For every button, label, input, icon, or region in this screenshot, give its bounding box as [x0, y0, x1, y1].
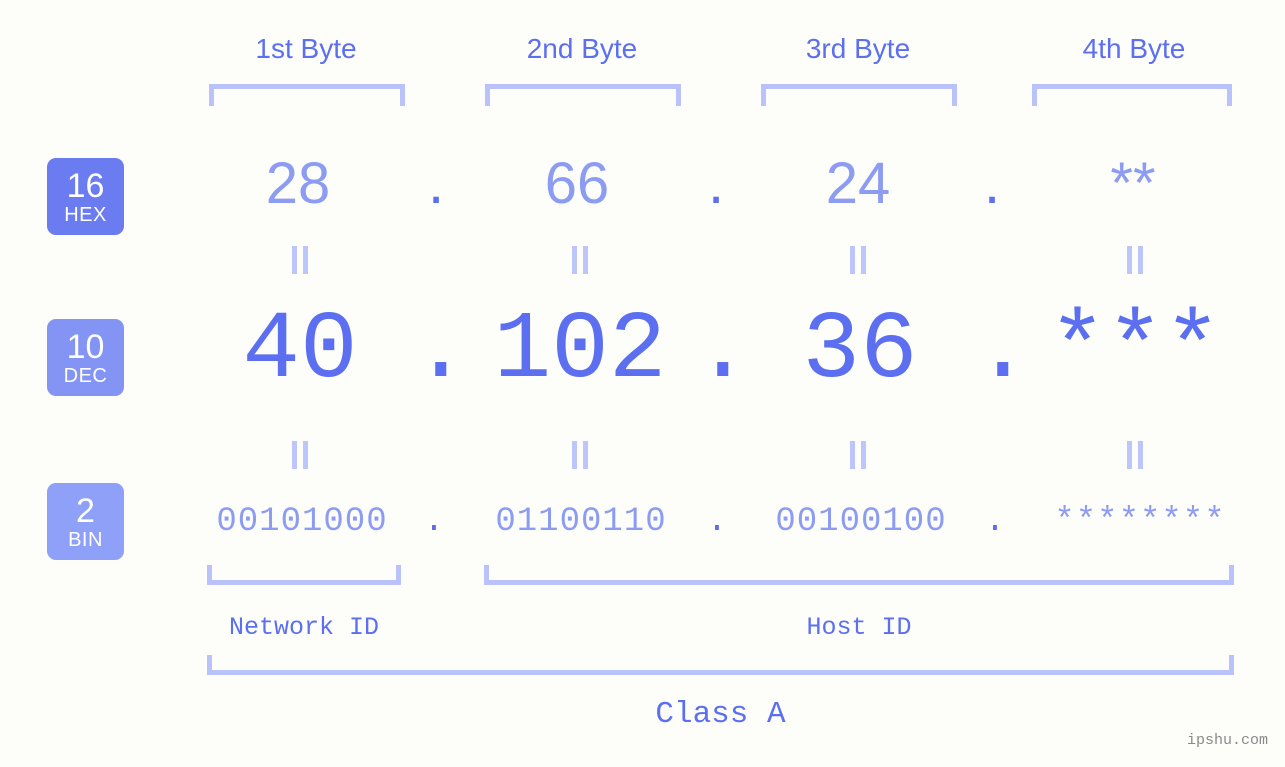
bin-byte-4: ******** — [1054, 503, 1226, 541]
bin-separator-3: . — [984, 503, 1006, 541]
class-label: Class A — [655, 697, 786, 732]
base-badge-hex-name: HEX — [64, 203, 107, 226]
host-id-bracket — [484, 565, 1234, 585]
dec-separator-1: . — [412, 296, 470, 405]
equals-mark-dec-bin-3 — [738, 441, 978, 469]
base-badge-bin-number: 2 — [76, 491, 95, 530]
hex-byte-4: ** — [1110, 151, 1156, 216]
network-id-bracket — [207, 565, 401, 585]
byte-bracket-2 — [485, 84, 681, 106]
class-bracket — [207, 655, 1234, 675]
equals-mark-dec-bin-2 — [460, 441, 700, 469]
equals-mark-hex-dec-4 — [1015, 246, 1255, 274]
bin-byte-3: 00100100 — [775, 503, 947, 541]
equals-mark-hex-dec-3 — [738, 246, 978, 274]
dec-separator-3: . — [974, 296, 1032, 405]
dec-separator-2: . — [694, 296, 752, 405]
network-id-label: Network ID — [228, 613, 380, 642]
ip-address-breakdown-diagram: 1st Byte 2nd Byte 3rd Byte 4th Byte 16 H… — [0, 0, 1285, 767]
bin-byte-2: 01100110 — [495, 503, 667, 541]
dec-byte-2: 102 — [493, 296, 667, 405]
byte-bracket-1 — [209, 84, 405, 106]
base-badge-hex-number: 16 — [66, 166, 105, 205]
base-badge-dec-name: DEC — [63, 364, 108, 387]
byte-header-1: 1st Byte — [255, 33, 357, 64]
base-badge-hex: 16 HEX — [47, 158, 124, 235]
hex-byte-2: 66 — [544, 151, 610, 216]
bin-separator-1: . — [423, 503, 445, 541]
bin-separator-2: . — [706, 503, 728, 541]
dec-byte-1: 40 — [242, 296, 358, 405]
watermark: ipshu.com — [1186, 732, 1268, 749]
equals-mark-dec-bin-4 — [1015, 441, 1255, 469]
byte-bracket-3 — [761, 84, 957, 106]
dec-byte-4: *** — [1048, 296, 1222, 405]
byte-bracket-4 — [1032, 84, 1232, 106]
byte-header-3: 3rd Byte — [805, 33, 911, 64]
byte-header-4: 4th Byte — [1082, 33, 1186, 64]
equals-mark-hex-dec-2 — [460, 246, 700, 274]
host-id-label: Host ID — [806, 613, 912, 642]
equals-mark-dec-bin-1 — [180, 441, 420, 469]
equals-mark-hex-dec-1 — [180, 246, 420, 274]
hex-byte-1: 28 — [265, 151, 331, 216]
hex-byte-3: 24 — [825, 151, 891, 216]
hex-separator-3: . — [983, 151, 1001, 216]
byte-header-2: 2nd Byte — [526, 33, 638, 64]
base-badge-bin: 2 BIN — [47, 483, 124, 560]
base-badge-dec: 10 DEC — [47, 319, 124, 396]
hex-separator-2: . — [707, 151, 725, 216]
base-badge-dec-number: 10 — [66, 327, 105, 366]
bin-byte-1: 00101000 — [216, 503, 388, 541]
hex-separator-1: . — [427, 151, 445, 216]
dec-byte-3: 36 — [802, 296, 918, 405]
base-badge-bin-name: BIN — [68, 528, 103, 551]
